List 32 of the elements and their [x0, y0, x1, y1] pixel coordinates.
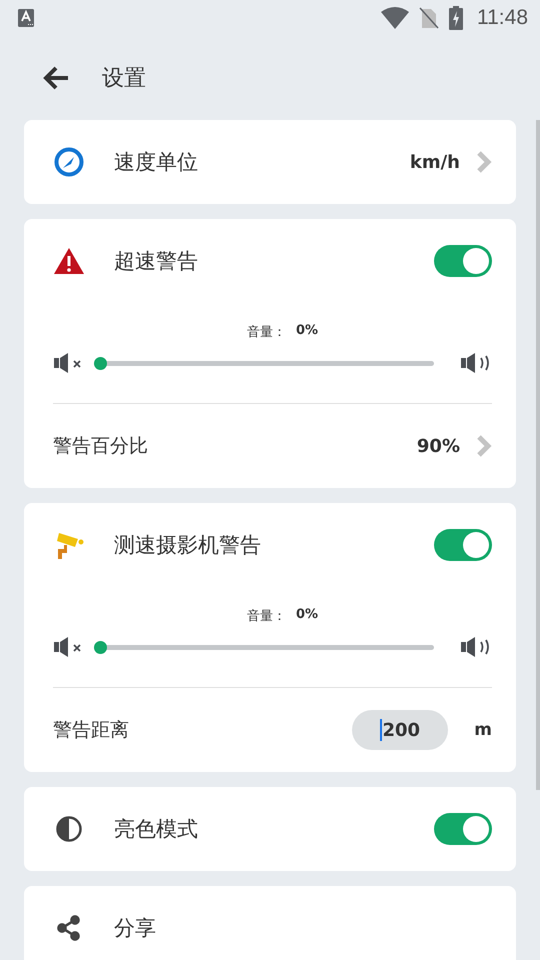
setting-label: 速度单位 — [114, 149, 199, 176]
setting-label: 超速警告 — [114, 248, 199, 275]
volume-slider[interactable] — [94, 356, 434, 370]
compass-icon — [53, 146, 85, 178]
volume-icon — [460, 635, 492, 659]
toggle-switch[interactable] — [434, 813, 492, 845]
page-title: 设置 — [102, 65, 146, 93]
setting-label: 警告距离 — [53, 718, 130, 743]
volume-label: 音量： — [246, 324, 286, 341]
setting-label: 测速摄影机警告 — [114, 532, 262, 559]
volume-label: 音量： — [246, 608, 286, 625]
battery-charging-icon — [449, 6, 463, 30]
setting-label: 警告百分比 — [53, 434, 149, 459]
unit-label: m — [474, 720, 492, 740]
clock-time: 11:48 — [477, 6, 528, 30]
setting-value[interactable]: km/h — [410, 152, 460, 172]
distance-field[interactable]: 200 — [352, 710, 448, 750]
chevron-icon — [476, 150, 492, 174]
volume-value: 0% — [296, 607, 318, 624]
keyboard-icon — [18, 9, 34, 27]
wifi-icon — [381, 7, 409, 29]
setting-label: 亮色模式 — [114, 816, 199, 843]
volume-value: 0% — [296, 323, 318, 340]
volume-slider[interactable] — [94, 640, 434, 654]
back-arrow-icon[interactable] — [42, 65, 70, 91]
toggle-switch[interactable] — [434, 245, 492, 277]
setting-label: 分享 — [114, 915, 157, 942]
chevron-icon — [476, 434, 492, 458]
setting-value[interactable]: 90% — [416, 436, 460, 456]
volume-icon — [460, 351, 492, 375]
no-sim-icon — [419, 7, 439, 29]
toggle-switch[interactable] — [434, 529, 492, 561]
